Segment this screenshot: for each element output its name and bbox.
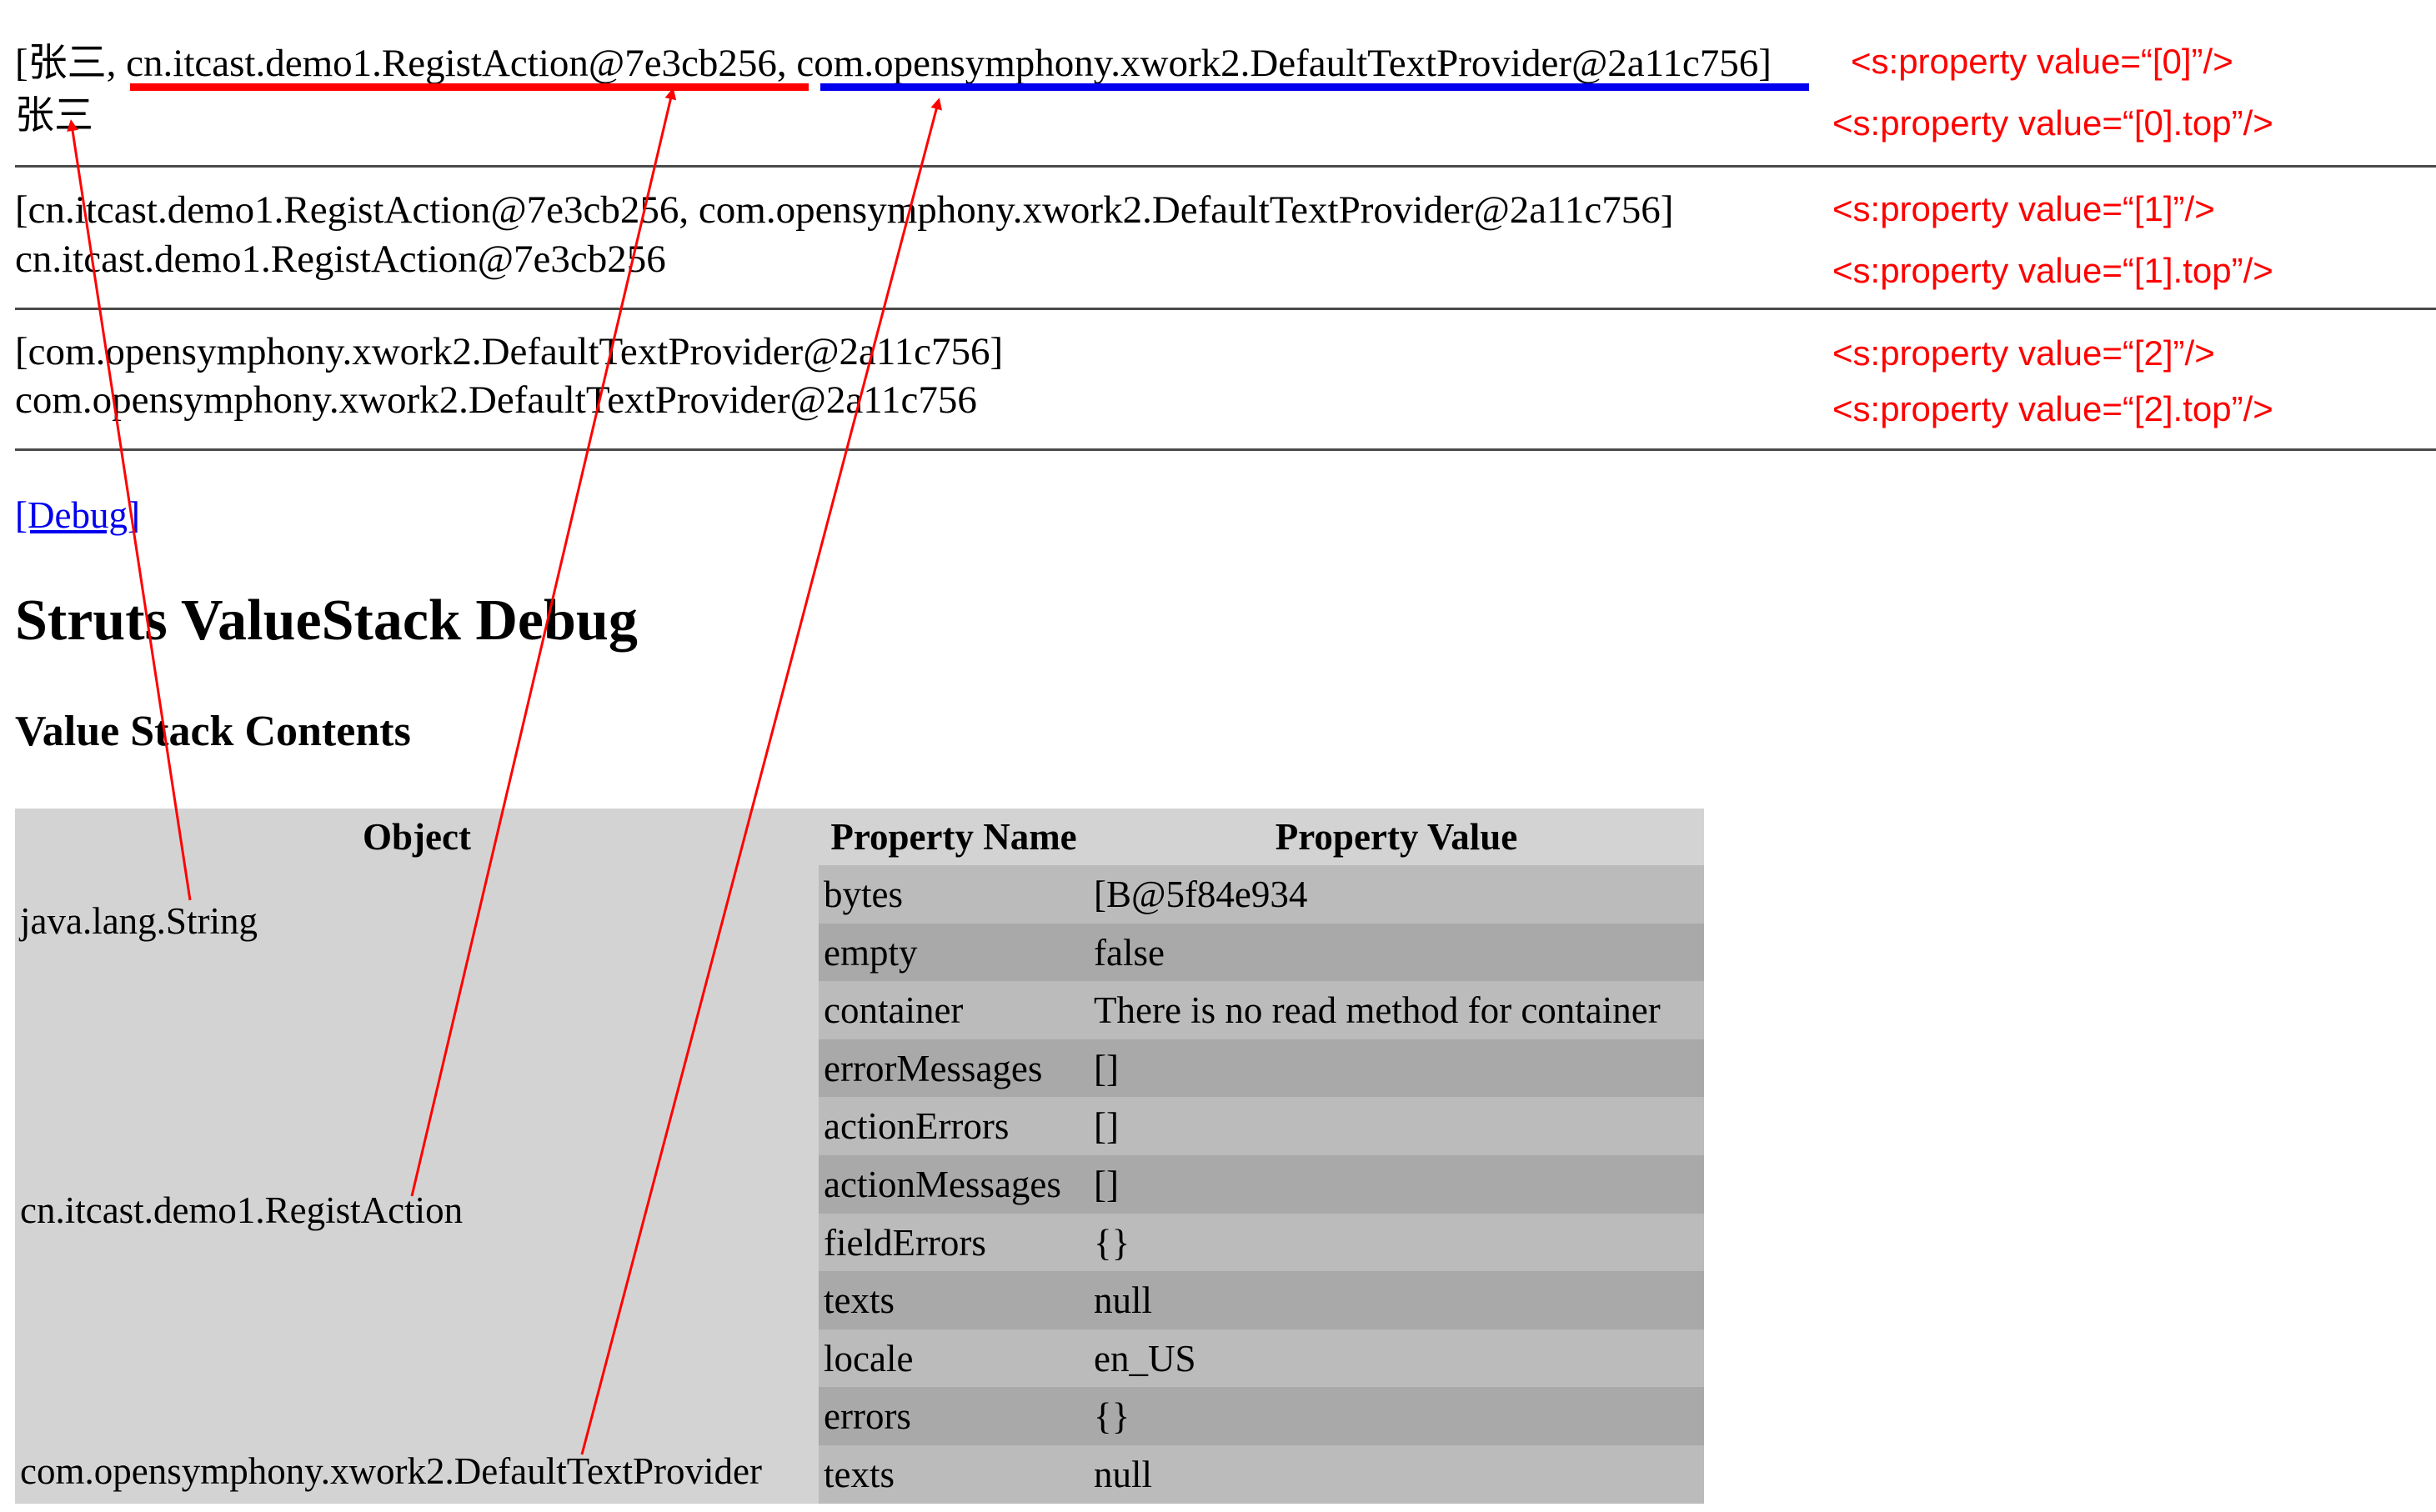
stack-row-0-line-1: [张三, cn.itcast.demo1.RegistAction@7e3cb2…	[15, 40, 1772, 87]
property-name-cell: locale	[819, 1329, 1089, 1387]
annotation-row-1-index: <s:property value=“[1]”/>	[1832, 189, 2215, 228]
stack-row-2-line-2: com.opensymphony.xwork2.DefaultTextProvi…	[15, 378, 977, 422]
stack-row-0-provider-ref: com.opensymphony.xwork2.DefaultTextProvi…	[796, 42, 1759, 85]
property-value-cell: []	[1089, 1155, 1704, 1214]
header-property-name: Property Name	[819, 809, 1089, 865]
property-name-cell: fieldErrors	[819, 1214, 1089, 1271]
object-cell-regist-action: cn.itcast.demo1.RegistAction	[20, 1189, 464, 1231]
property-name-cell: bytes	[819, 865, 1089, 924]
property-name-cell: container	[819, 981, 1089, 1039]
object-cell-string: java.lang.String	[20, 900, 258, 942]
property-name-cell: texts	[819, 1271, 1089, 1329]
stack-row-0-suffix: ]	[1758, 42, 1772, 85]
annotation-row-2-top: <s:property value=“[2].top”/>	[1832, 389, 2273, 428]
property-name-cell: errorMessages	[819, 1039, 1089, 1097]
header-property-value: Property Value	[1089, 809, 1704, 865]
row-divider-0	[15, 165, 2436, 168]
property-value-cell: []	[1089, 1097, 1704, 1155]
property-value-cell: {}	[1089, 1387, 1704, 1445]
annotation-row-0-index: <s:property value=“[0]”/>	[1851, 42, 2233, 81]
property-name-cell: actionErrors	[819, 1097, 1089, 1155]
property-name-cell: texts	[819, 1445, 1089, 1504]
stack-row-0-prefix: [张三,	[15, 42, 127, 85]
row-divider-2	[15, 448, 2436, 451]
stack-row-1-line-2: cn.itcast.demo1.RegistAction@7e3cb256	[15, 238, 666, 281]
property-value-cell: {}	[1089, 1214, 1704, 1271]
property-value-cell: en_US	[1089, 1329, 1704, 1387]
property-name-cell: errors	[819, 1387, 1089, 1445]
property-value-cell: []	[1089, 1039, 1704, 1097]
property-name-cell: empty	[819, 924, 1089, 981]
property-value-cell: [B@5f84e934	[1089, 865, 1704, 924]
section-title: Value Stack Contents	[15, 708, 411, 755]
property-value-cell: There is no read method for container	[1089, 981, 1704, 1039]
header-object: Object	[15, 809, 819, 865]
stack-row-2-line-1: [com.opensymphony.xwork2.DefaultTextProv…	[15, 330, 1004, 373]
annotation-row-0-top: <s:property value=“[0].top”/>	[1832, 103, 2273, 143]
stack-row-0-line-2: 张三	[15, 94, 93, 138]
stack-row-0-sep: ,	[776, 42, 797, 85]
annotation-row-2-index: <s:property value=“[2]”/>	[1832, 333, 2215, 373]
property-value-cell: null	[1089, 1445, 1704, 1504]
debug-link[interactable]: [Debug]	[15, 493, 140, 537]
stack-row-0-action-ref: cn.itcast.demo1.RegistAction@7e3cb256	[126, 42, 777, 85]
page-title: Struts ValueStack Debug	[15, 588, 638, 653]
row-divider-1	[15, 308, 2436, 310]
property-value-cell: null	[1089, 1271, 1704, 1329]
property-name-cell: actionMessages	[819, 1155, 1089, 1214]
object-cell-text-provider: com.opensymphony.xwork2.DefaultTextProvi…	[20, 1450, 763, 1492]
annotation-row-1-top: <s:property value=“[1].top”/>	[1832, 251, 2273, 290]
stack-row-1-line-1: [cn.itcast.demo1.RegistAction@7e3cb256, …	[15, 188, 1674, 232]
property-value-cell: false	[1089, 924, 1704, 981]
